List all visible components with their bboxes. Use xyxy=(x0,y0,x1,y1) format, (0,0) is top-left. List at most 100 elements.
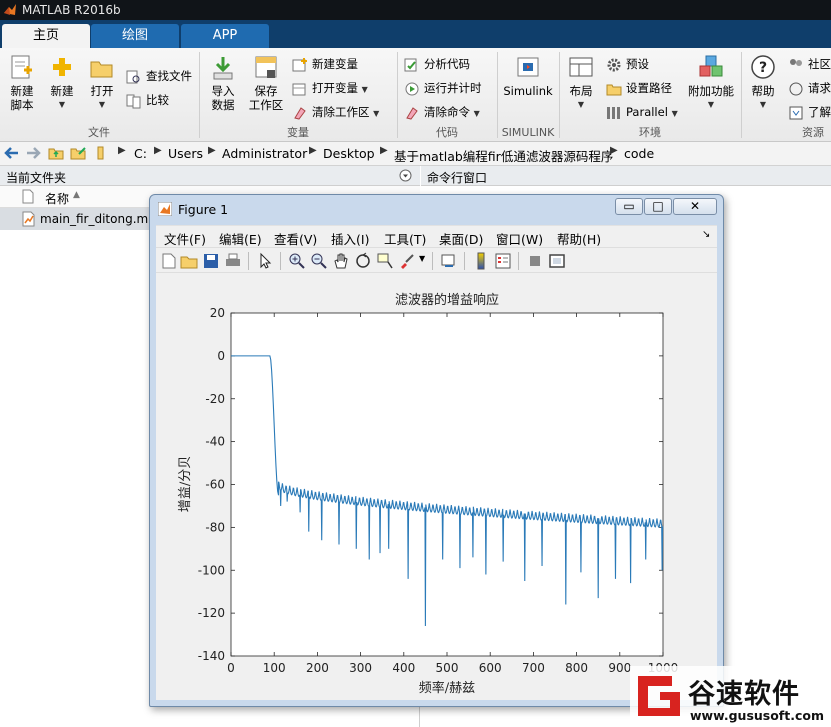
new-button[interactable]: 新建 ▼ xyxy=(44,54,80,112)
pointer-icon[interactable] xyxy=(256,252,274,270)
plot-axes-box xyxy=(230,312,664,657)
compare-button[interactable]: 比较 xyxy=(126,90,169,110)
run-and-time-button[interactable]: 运行并计时 xyxy=(404,78,482,98)
panel-menu-icon[interactable] xyxy=(399,169,412,182)
breadcrumb-code[interactable]: code xyxy=(624,146,654,161)
toolbar-separator xyxy=(432,252,433,270)
maximize-button[interactable]: □ xyxy=(644,198,672,215)
current-folder-header: 当前文件夹 xyxy=(0,166,420,186)
path-separator-icon: ▶ xyxy=(208,145,216,156)
x-tick-label: 700 xyxy=(522,661,545,675)
breadcrumb-project-folder[interactable]: 基于matlab编程fir低通滤波器源码程序 xyxy=(394,146,613,165)
hide-plot-tools-icon[interactable] xyxy=(526,252,544,270)
new-variable-button[interactable]: 新建变量 xyxy=(292,54,358,74)
figure-toolbar: ▼ xyxy=(156,247,717,273)
help-button[interactable]: ? 帮助 ▼ xyxy=(746,54,780,112)
open-folder-icon xyxy=(90,61,113,78)
clear-commands-button[interactable]: 清除命令 ▼ xyxy=(404,102,480,122)
compare-icon xyxy=(126,94,141,108)
open-button[interactable]: 打开 ▼ xyxy=(84,54,120,112)
colorbar-icon[interactable] xyxy=(472,252,490,270)
print-icon[interactable] xyxy=(224,252,242,270)
toolbar-separator xyxy=(248,252,249,270)
data-cursor-icon[interactable] xyxy=(376,252,394,270)
svg-text:?: ? xyxy=(759,60,767,76)
breadcrumb-drive[interactable]: C: xyxy=(134,146,147,161)
y-tick-label: -40 xyxy=(205,435,225,449)
back-arrow-icon[interactable] xyxy=(4,145,20,161)
parallel-icon xyxy=(607,106,620,119)
x-tick-label: 300 xyxy=(349,661,372,675)
set-path-button[interactable]: 设置路径 xyxy=(606,78,672,98)
parallel-button[interactable]: Parallel ▼ xyxy=(606,102,678,122)
chevron-down-icon: ▼ xyxy=(759,100,767,109)
new-script-button[interactable]: 新建 脚本 xyxy=(4,54,40,112)
path-separator-icon: ▶ xyxy=(380,145,388,156)
y-tick-label: -20 xyxy=(205,392,225,406)
folder-icon xyxy=(97,146,104,160)
menu-file[interactable]: 文件(F) xyxy=(164,229,206,248)
menu-edit[interactable]: 编辑(E) xyxy=(219,229,262,248)
save-workspace-button[interactable]: 保存 工作区 xyxy=(246,54,286,112)
zoom-in-icon[interactable] xyxy=(288,252,306,270)
menu-insert[interactable]: 插入(I) xyxy=(331,229,369,248)
set-path-icon xyxy=(606,84,622,95)
legend-icon[interactable] xyxy=(494,252,512,270)
y-axis-label: 增益/分贝 xyxy=(178,456,193,512)
community-button[interactable]: 社区 xyxy=(788,54,831,74)
menu-window[interactable]: 窗口(W) xyxy=(496,229,543,248)
tab-plots[interactable]: 绘图 xyxy=(91,24,179,48)
analyze-code-icon xyxy=(404,58,417,71)
up-folder-icon[interactable] xyxy=(48,145,64,161)
breadcrumb-desktop[interactable]: Desktop xyxy=(323,146,375,161)
show-plot-tools-icon[interactable] xyxy=(548,252,566,270)
pan-hand-icon[interactable] xyxy=(332,252,350,270)
open-variable-button[interactable]: 打开变量 ▼ xyxy=(292,78,368,98)
analyze-code-button[interactable]: 分析代码 xyxy=(404,54,470,74)
open-file-icon[interactable] xyxy=(180,252,198,270)
zoom-out-icon[interactable] xyxy=(310,252,328,270)
chart-title: 滤波器的增益响应 xyxy=(395,292,499,308)
chevron-down-icon: ▼ xyxy=(577,100,585,109)
tab-apps[interactable]: APP xyxy=(181,24,269,48)
tab-home[interactable]: 主页 xyxy=(2,24,90,48)
chevron-down-icon[interactable]: ▼ xyxy=(419,254,425,263)
import-data-button[interactable]: 导入 数据 xyxy=(204,54,242,112)
y-tick-label: -60 xyxy=(205,478,225,492)
link-plot-icon[interactable] xyxy=(440,252,458,270)
matlab-logo-icon xyxy=(158,202,172,216)
group-label-resources: 资源 xyxy=(802,126,824,139)
forward-arrow-icon[interactable] xyxy=(25,145,41,161)
find-files-button[interactable]: 查找文件 xyxy=(126,66,192,86)
layout-button[interactable]: 布局 ▼ xyxy=(564,54,598,112)
breadcrumb-administrator[interactable]: Administrator xyxy=(222,146,307,161)
column-name-label: 名称 xyxy=(45,192,70,206)
learn-matlab-button[interactable]: 了解 xyxy=(788,102,831,122)
chevron-down-icon: ▼ xyxy=(473,109,480,118)
x-axis-label: 频率/赫兹 xyxy=(419,680,475,696)
menu-tools[interactable]: 工具(T) xyxy=(384,229,426,248)
x-tick-label: 0 xyxy=(227,661,235,675)
breadcrumb-users[interactable]: Users xyxy=(168,146,203,161)
dock-arrow-icon[interactable]: ↘ xyxy=(702,229,710,240)
minimize-button[interactable]: ▭ xyxy=(615,198,643,215)
simulink-button[interactable]: Simulink xyxy=(502,54,554,98)
rotate-3d-icon[interactable] xyxy=(354,252,372,270)
clear-workspace-button[interactable]: 清除工作区 ▼ xyxy=(292,102,379,122)
brush-icon[interactable] xyxy=(398,252,416,270)
preferences-button[interactable]: 预设 xyxy=(606,54,649,74)
addons-button[interactable]: 附加功能 ▼ xyxy=(686,54,736,112)
y-tick-label: 0 xyxy=(217,349,225,363)
open-variable-icon xyxy=(292,83,306,95)
menu-desktop[interactable]: 桌面(D) xyxy=(439,229,483,248)
new-figure-icon[interactable] xyxy=(160,252,178,270)
menu-help[interactable]: 帮助(H) xyxy=(557,229,601,248)
browse-folder-icon[interactable] xyxy=(70,145,88,161)
close-button[interactable]: ✕ xyxy=(673,198,717,215)
y-tick-label: -80 xyxy=(205,520,225,534)
request-support-button[interactable]: 请求 xyxy=(788,78,831,98)
figure-title-bar[interactable]: Figure 1 ▭ □ ✕ xyxy=(150,195,723,223)
menu-view[interactable]: 查看(V) xyxy=(274,229,317,248)
figure-window[interactable]: Figure 1 ▭ □ ✕ 文件(F) 编辑(E) 查看(V) 插入(I) 工… xyxy=(149,194,724,707)
save-icon[interactable] xyxy=(202,252,220,270)
